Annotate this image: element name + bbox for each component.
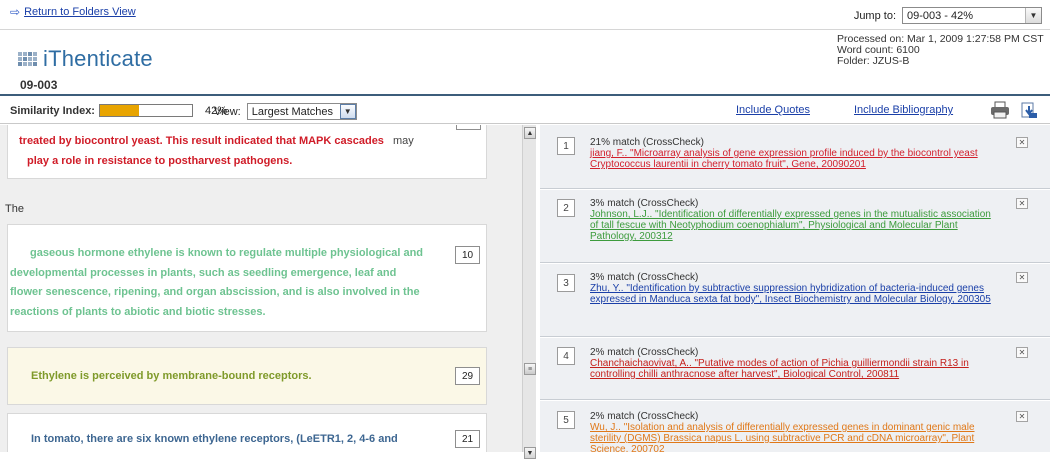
match-number[interactable]: 3 <box>557 274 575 292</box>
match-source-link[interactable]: Johnson, L.J.. "Identification of differ… <box>590 209 1000 242</box>
text-line: developmental processes in plants, such … <box>10 266 397 279</box>
match-item-5[interactable]: 5 2% match (CrossCheck) Wu, J.. "Isolati… <box>540 401 1050 452</box>
close-icon[interactable]: ✕ <box>1016 272 1028 283</box>
match-item-4[interactable]: 4 2% match (CrossCheck) Chanchaichaoviva… <box>540 338 1050 400</box>
chevron-down-icon[interactable]: ▼ <box>339 104 356 119</box>
match-item-2[interactable]: 2 3% match (CrossCheck) Johnson, L.J.. "… <box>540 190 1050 263</box>
view-select-value: Largest Matches <box>251 105 334 118</box>
view-select[interactable]: Largest Matches ▼ <box>246 103 357 120</box>
top-bar: ⇨ Return to Folders View Jump to: 09-003… <box>0 0 1050 30</box>
text-line: flower senescence, ripening, and organ a… <box>10 286 420 298</box>
print-icon[interactable] <box>990 101 1010 122</box>
download-icon[interactable] <box>1020 101 1038 122</box>
view-control: View: Largest Matches ▼ <box>214 103 357 120</box>
text-segment: play a role in resistance to postharvest… <box>27 154 293 167</box>
document-text-pane[interactable]: treated by biocontrol yeast. This result… <box>0 125 522 452</box>
close-icon[interactable]: ✕ <box>1016 137 1028 148</box>
document-text-plain: The <box>5 203 24 215</box>
match-item-3[interactable]: 3 3% match (CrossCheck) Zhu, Y.. "Identi… <box>540 264 1050 337</box>
match-title: 3% match (CrossCheck) <box>590 198 699 209</box>
close-icon[interactable]: ✕ <box>1016 198 1028 209</box>
view-label: View: <box>214 105 241 118</box>
text-block-1: treated by biocontrol yeast. This result… <box>7 125 487 179</box>
text-segment: treated by biocontrol yeast. This result… <box>19 135 384 147</box>
document-id: 09-003 <box>20 78 58 92</box>
jump-label: Jump to: <box>853 9 896 22</box>
match-title: 2% match (CrossCheck) <box>590 411 699 422</box>
match-number-badge[interactable]: 10 <box>455 246 480 264</box>
match-number[interactable]: 5 <box>557 411 575 429</box>
text-segment-plain: may <box>393 135 414 147</box>
match-source-link[interactable]: Wu, J.. "Isolation and analysis of diffe… <box>590 422 1000 452</box>
text-block-2: 10 gaseous hormone ethylene is known to … <box>7 224 487 332</box>
document-meta: Processed on: Mar 1, 2009 1:27:58 PM CST… <box>837 34 1044 67</box>
match-number[interactable]: 1 <box>557 137 575 155</box>
close-icon[interactable]: ✕ <box>1016 411 1028 422</box>
match-number-badge[interactable]: 29 <box>455 367 480 385</box>
app-name: iThenticate <box>43 46 153 71</box>
text-line: reactions of plants to abiotic and bioti… <box>10 305 266 318</box>
report-toolbar: Similarity Index: 42% View: Largest Matc… <box>0 98 1050 124</box>
scroll-up-icon[interactable]: ▲ <box>524 127 536 139</box>
include-bibliography-link[interactable]: Include Bibliography <box>854 104 953 116</box>
chevron-down-icon[interactable]: ▼ <box>1025 8 1041 23</box>
toolbar-icons <box>990 101 1038 122</box>
similarity-label: Similarity Index: <box>10 104 95 117</box>
match-item-1[interactable]: 1 21% match (CrossCheck) jiang, F.. "Mic… <box>540 125 1050 189</box>
similarity-bar <box>98 104 193 117</box>
text-block-4: In tomato, there are six known ethylene … <box>7 413 487 452</box>
text-block-3-content: Ethylene is perceived by membrane-bound … <box>31 370 312 382</box>
match-source-link[interactable]: jiang, F.. "Microarray analysis of gene … <box>590 148 1000 170</box>
match-title: 3% match (CrossCheck) <box>590 272 699 283</box>
close-icon[interactable]: ✕ <box>1016 347 1028 358</box>
match-title: 2% match (CrossCheck) <box>590 347 699 358</box>
similarity-bar-fill <box>99 105 139 116</box>
scroll-thumb[interactable]: ≡ <box>524 363 536 375</box>
back-arrow-icon: ⇨ <box>10 4 21 19</box>
app-logo: iThenticate <box>18 46 153 72</box>
include-links: Include Quotes Include Bibliography <box>736 104 953 116</box>
match-number-badge[interactable] <box>456 125 481 130</box>
text-line: gaseous hormone ethylene is known to reg… <box>30 247 424 259</box>
logo-grid-icon <box>18 52 37 66</box>
text-block-4-content: In tomato, there are six known ethylene … <box>31 433 398 445</box>
include-quotes-link[interactable]: Include Quotes <box>736 104 810 116</box>
similarity-index: Similarity Index: 42% <box>10 104 227 117</box>
jump-to-control: Jump to: 09-003 - 42% ▼ <box>854 7 1042 24</box>
jump-to-select[interactable]: 09-003 - 42% ▼ <box>902 7 1042 24</box>
text-block-1-content: treated by biocontrol yeast. This result… <box>19 132 479 171</box>
match-overview-pane: 1 21% match (CrossCheck) jiang, F.. "Mic… <box>540 125 1050 452</box>
match-title: 21% match (CrossCheck) <box>590 137 704 148</box>
match-source-link[interactable]: Zhu, Y.. "Identification by subtractive … <box>590 283 1000 305</box>
return-to-folders-link[interactable]: ⇨ Return to Folders View <box>10 4 136 19</box>
text-block-3: Ethylene is perceived by membrane-bound … <box>7 347 487 405</box>
match-number[interactable]: 2 <box>557 199 575 217</box>
document-header: iThenticate 09-003 Processed on: Mar 1, … <box>0 30 1050 96</box>
return-link-text[interactable]: Return to Folders View <box>24 6 136 18</box>
text-block-2-content: gaseous hormone ethylene is known to reg… <box>10 244 450 322</box>
match-source-link[interactable]: Chanchaichaovivat, A.. "Putative modes o… <box>590 358 1000 380</box>
scroll-down-icon[interactable]: ▼ <box>524 447 536 459</box>
jump-select-value: 09-003 - 42% <box>907 9 974 22</box>
vertical-scrollbar[interactable]: ▲ ≡ ▼ <box>522 125 536 459</box>
match-number-badge[interactable]: 21 <box>455 430 480 448</box>
folder-name: Folder: JZUS-B <box>837 55 910 67</box>
match-number[interactable]: 4 <box>557 347 575 365</box>
